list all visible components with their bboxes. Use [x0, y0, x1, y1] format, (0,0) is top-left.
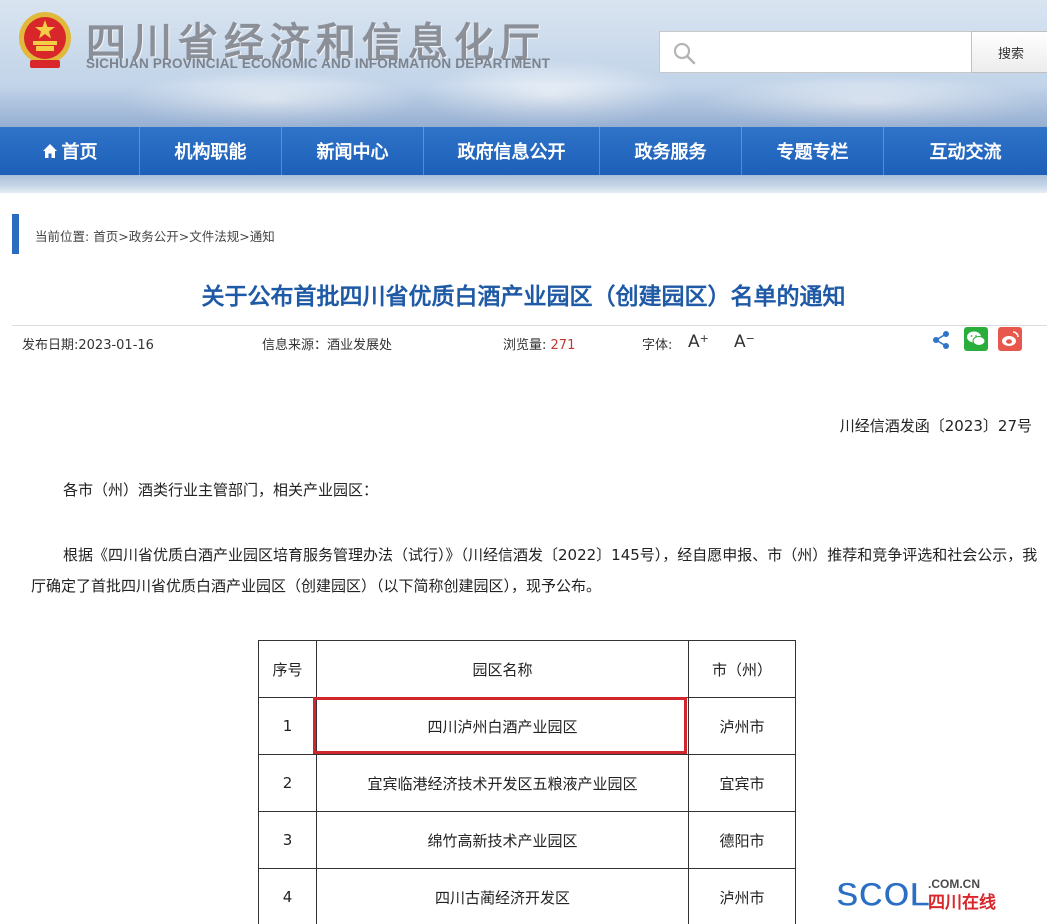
- nav-label: 首页: [61, 142, 98, 163]
- view-count-label: 浏览量:: [503, 338, 547, 353]
- cell-name: 四川古蔺经济开发区: [316, 868, 689, 924]
- nav-item-services[interactable]: 政务服务: [600, 127, 742, 175]
- nav-item-interaction[interactable]: 互动交流: [884, 127, 1047, 175]
- view-count: 浏览量: 271: [503, 334, 575, 353]
- cell-city: 宜宾市: [688, 754, 796, 812]
- search-icon: [673, 42, 696, 65]
- body-paragraph: 根据《四川省优质白酒产业园区培育服务管理办法（试行）》（川经信酒发〔2022〕1…: [31, 546, 1038, 595]
- info-source-value: 酒业发展处: [327, 338, 393, 353]
- breadcrumb-link-gov[interactable]: 政务公开: [129, 229, 179, 244]
- breadcrumb-separator: >: [118, 229, 129, 244]
- breadcrumb-link-notice[interactable]: 通知: [250, 229, 275, 244]
- table-row: 2 宜宾临港经济技术开发区五粮液产业园区 宜宾市: [258, 754, 796, 812]
- nav-item-home[interactable]: 首页: [0, 127, 140, 175]
- cell-no: 2: [258, 754, 317, 812]
- breadcrumb-link-home[interactable]: 首页: [93, 229, 118, 244]
- info-source: 信息来源：酒业发展处: [262, 334, 392, 353]
- font-increase-glyph: A: [688, 332, 700, 352]
- main-nav: 首页 机构职能 新闻中心 政府信息公开 政务服务 专题专栏 互动交流: [0, 127, 1047, 175]
- search-input[interactable]: [704, 38, 964, 66]
- cell-city: 泸州市: [688, 697, 796, 755]
- cell-name: 宜宾临港经济技术开发区五粮液产业园区: [316, 754, 689, 812]
- nav-item-gov-info[interactable]: 政府信息公开: [424, 127, 600, 175]
- search-button[interactable]: 搜索: [971, 31, 1047, 73]
- column-header-name: 园区名称: [316, 640, 689, 698]
- publish-date-label: 发布日期:: [22, 338, 79, 353]
- font-decrease-button[interactable]: A−: [734, 332, 755, 352]
- breadcrumb-link-docs[interactable]: 文件法规: [189, 229, 239, 244]
- column-header-city: 市（州）: [688, 640, 796, 698]
- table-header-row: 序号 园区名称 市（州）: [258, 640, 796, 698]
- divider: [12, 325, 1047, 326]
- publish-date-value: 2023-01-16: [78, 338, 154, 353]
- cell-no: 1: [258, 697, 317, 755]
- table-row: 3 绵竹高新技术产业园区 德阳市: [258, 811, 796, 869]
- font-size-label: 字体:: [642, 338, 673, 353]
- table-row: 1 四川泸州白酒产业园区 泸州市: [258, 697, 796, 755]
- cell-no: 4: [258, 868, 317, 924]
- park-list-table: 序号 园区名称 市（州） 1 四川泸州白酒产业园区 泸州市 2 宜宾临港经济技术…: [258, 640, 796, 924]
- breadcrumb-separator: >: [239, 229, 250, 244]
- breadcrumb-separator: >: [178, 229, 190, 244]
- cell-city: 德阳市: [688, 811, 796, 869]
- nav-decor-strip: [0, 175, 1047, 193]
- weibo-icon[interactable]: [998, 327, 1022, 351]
- cell-name: 四川泸州白酒产业园区: [316, 697, 689, 755]
- table-row: 4 四川古蔺经济开发区 泸州市: [258, 868, 796, 924]
- font-decrease-glyph: A: [734, 332, 746, 352]
- column-header-no: 序号: [258, 640, 317, 698]
- font-increase-button[interactable]: A+: [688, 332, 709, 352]
- nav-label: 互动交流: [929, 142, 1002, 163]
- cell-no: 3: [258, 811, 317, 869]
- home-icon: [42, 144, 57, 158]
- search-box: [659, 31, 972, 73]
- cell-city: 泸州市: [688, 868, 796, 924]
- scol-watermark-logo: SCOL .COM.CN 四川在线: [836, 875, 996, 914]
- wechat-icon[interactable]: [964, 327, 988, 351]
- department-name-en: SICHUAN PROVINCIAL ECONOMIC AND INFORMAT…: [86, 56, 551, 71]
- nav-label: 专题专栏: [776, 142, 849, 163]
- watermark-domain: .COM.CN: [928, 877, 980, 891]
- document-number: 川经信酒发函〔2023〕27号: [839, 417, 1032, 435]
- nav-label: 新闻中心: [316, 142, 389, 163]
- nav-label: 政务服务: [634, 142, 707, 163]
- view-count-value: 271: [550, 338, 576, 353]
- nav-label: 机构职能: [174, 142, 247, 163]
- nav-label: 政府信息公开: [457, 142, 566, 163]
- share-icon[interactable]: [931, 330, 951, 350]
- watermark-cn: 四川在线: [928, 892, 996, 913]
- breadcrumb-prefix: 当前位置:: [35, 229, 90, 244]
- national-emblem-icon: [19, 12, 71, 68]
- breadcrumb: 当前位置: 首页>政务公开>文件法规>通知: [35, 226, 275, 245]
- nav-item-topics[interactable]: 专题专栏: [742, 127, 884, 175]
- nav-item-functions[interactable]: 机构职能: [140, 127, 282, 175]
- page-title: 关于公布首批四川省优质白酒产业园区（创建园区）名单的通知: [201, 284, 846, 310]
- publish-date: 发布日期:2023-01-16: [22, 334, 154, 353]
- site-header: 四川省经济和信息化厅 SICHUAN PROVINCIAL ECONOMIC A…: [0, 0, 1047, 127]
- info-source-label: 信息来源：: [262, 338, 328, 353]
- watermark-scol: SCOL: [836, 876, 930, 914]
- salutation: 各市（州）酒类行业主管部门，相关产业园区：: [63, 481, 379, 499]
- cell-name: 绵竹高新技术产业园区: [316, 811, 689, 869]
- breadcrumb-marker: [12, 214, 19, 254]
- nav-item-news[interactable]: 新闻中心: [282, 127, 424, 175]
